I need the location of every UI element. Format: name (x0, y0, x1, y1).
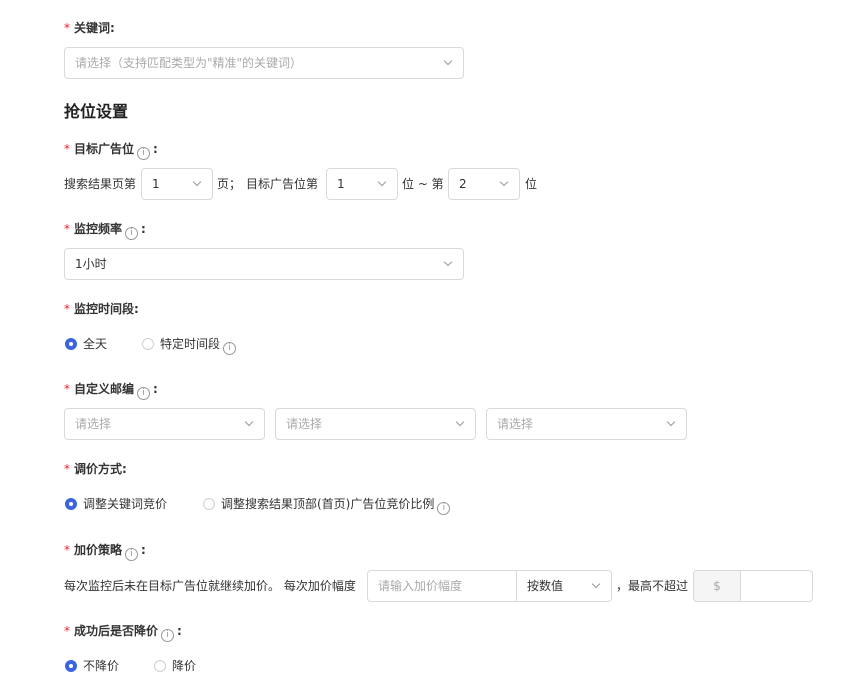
info-icon[interactable]: i (223, 342, 237, 355)
target-page-prefix: 搜索结果页第 (64, 177, 137, 191)
zipcode-select-1-placeholder: 请选择 (75, 417, 112, 431)
max-limit-prefix: ，最高不超过 (616, 579, 689, 593)
radio-checked[interactable] (65, 338, 77, 350)
frequency-label: * 监控频率 i: (64, 222, 146, 240)
increment-input-placeholder: 请输入加价幅度 (378, 579, 463, 593)
frequency-value: 1小时 (75, 257, 107, 271)
target-position-middle: 位 ~ 第 (402, 177, 444, 191)
bid-method-option-placement[interactable]: 调整搜索结果顶部(首页)广告位竞价比例 i (203, 496, 453, 515)
target-page-value: 1 (152, 177, 160, 191)
radio-checked[interactable] (65, 498, 77, 510)
target-page-suffix: 页； (217, 177, 242, 191)
increment-input[interactable]: 请输入加价幅度 (367, 570, 517, 602)
required-asterisk: * (64, 543, 70, 557)
target-position-to-value: 2 (459, 177, 467, 191)
bid-method-label: * 调价方式: (64, 462, 127, 476)
target-page-select[interactable]: 1 (141, 168, 213, 200)
target-position-from-select[interactable]: 1 (326, 168, 398, 200)
bid-method-option-keyword[interactable]: 调整关键词竞价 (65, 496, 167, 512)
bid-strategy-label: * 加价策略 i: (64, 543, 146, 561)
time-period-option-all-label: 全天 (83, 337, 108, 351)
lower-after-success-label: * 成功后是否降价 i: (64, 624, 182, 642)
currency-addon: $ (693, 570, 741, 602)
time-period-option-all[interactable]: 全天 (65, 336, 107, 352)
chevron-down-icon (455, 417, 465, 427)
target-position-suffix: 位 (525, 177, 538, 191)
currency-symbol: $ (713, 579, 721, 593)
chevron-down-icon (244, 417, 254, 427)
required-asterisk: * (64, 624, 70, 638)
info-icon[interactable]: i (437, 502, 451, 515)
time-period-option-specific[interactable]: 特定时间段 i (142, 336, 239, 355)
keyword-label: * 关键词: (64, 21, 115, 35)
increment-mode-select[interactable]: 按数值 (516, 570, 612, 602)
bid-strategy-description: 每次监控后未在目标广告位就继续加价。 每次加价幅度 (64, 579, 356, 593)
radio-unchecked[interactable] (203, 498, 215, 510)
info-icon[interactable]: i (137, 147, 151, 160)
chevron-down-icon (591, 579, 601, 589)
info-icon[interactable]: i (137, 387, 151, 400)
target-position-from-value: 1 (337, 177, 345, 191)
time-period-option-specific-label: 特定时间段 (160, 337, 221, 351)
zipcode-select-2-placeholder: 请选择 (286, 417, 323, 431)
required-asterisk: * (64, 462, 70, 476)
info-icon[interactable]: i (125, 227, 139, 240)
lower-option-yes-label: 降价 (172, 659, 197, 673)
chevron-down-icon (192, 177, 202, 187)
target-position-to-select[interactable]: 2 (448, 168, 520, 200)
chevron-down-icon (666, 417, 676, 427)
target-position-label: * 目标广告位 i: (64, 142, 158, 160)
target-position-prefix: 目标广告位第 (246, 177, 319, 191)
keyword-select[interactable]: 请选择（支持匹配类型为"精准"的关键词） (64, 47, 464, 79)
chevron-down-icon (377, 177, 387, 187)
info-icon[interactable]: i (125, 548, 139, 561)
required-asterisk: * (64, 21, 70, 35)
zipcode-select-3-placeholder: 请选择 (497, 417, 534, 431)
radio-checked[interactable] (65, 660, 77, 672)
frequency-select[interactable]: 1小时 (64, 248, 464, 280)
radio-unchecked[interactable] (142, 338, 154, 350)
chevron-down-icon (443, 257, 453, 267)
lower-option-yes[interactable]: 降价 (154, 658, 196, 674)
required-asterisk: * (64, 382, 70, 396)
chevron-down-icon (499, 177, 509, 187)
max-limit-input[interactable] (740, 570, 813, 602)
time-period-label: * 监控时间段: (64, 302, 139, 316)
bid-method-option-keyword-label: 调整关键词竞价 (83, 497, 168, 511)
required-asterisk: * (64, 222, 70, 236)
chevron-down-icon (443, 56, 453, 66)
zipcode-select-1[interactable]: 请选择 (64, 408, 265, 440)
bid-method-option-placement-label: 调整搜索结果顶部(首页)广告位竞价比例 (221, 497, 435, 511)
zipcode-label: * 自定义邮编 i: (64, 382, 158, 400)
zipcode-select-2[interactable]: 请选择 (275, 408, 476, 440)
lower-option-no-label: 不降价 (83, 659, 120, 673)
increment-mode-value: 按数值 (527, 579, 564, 593)
info-icon[interactable]: i (161, 629, 175, 642)
radio-unchecked[interactable] (154, 660, 166, 672)
lower-option-no[interactable]: 不降价 (65, 658, 119, 674)
section-title: 抢位设置 (64, 102, 129, 121)
required-asterisk: * (64, 142, 70, 156)
required-asterisk: * (64, 302, 70, 316)
zipcode-select-3[interactable]: 请选择 (486, 408, 687, 440)
keyword-select-placeholder: 请选择（支持匹配类型为"精准"的关键词） (75, 56, 303, 70)
